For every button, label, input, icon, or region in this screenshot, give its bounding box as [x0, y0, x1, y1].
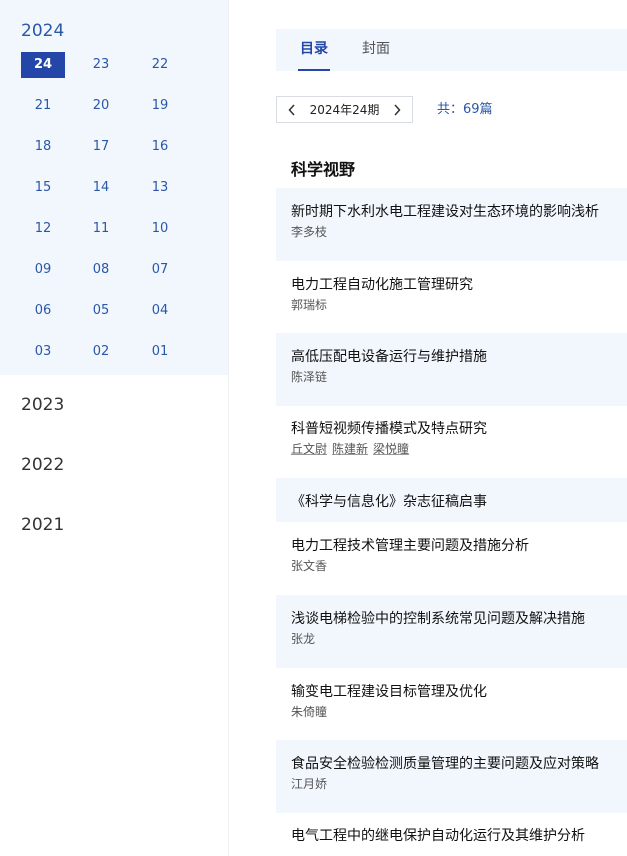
- author-link[interactable]: 李多枝: [291, 223, 327, 241]
- chevron-right-icon[interactable]: [390, 103, 404, 117]
- article-authors: 朱倚瞳: [291, 703, 627, 721]
- section-title: 科学视野: [291, 160, 356, 179]
- author-link[interactable]: 江月娇: [291, 775, 327, 793]
- issue-08[interactable]: 08: [79, 257, 123, 283]
- tab-cover[interactable]: 封面: [362, 29, 390, 71]
- issue-picker-label: 2024年24期: [309, 103, 380, 117]
- article-count: 共：69篇: [437, 102, 493, 117]
- issue-24[interactable]: 24: [21, 52, 65, 78]
- article-item: 电力工程自动化施工管理研究 郭瑞标: [276, 261, 627, 334]
- issue-17[interactable]: 17: [79, 134, 123, 160]
- article-item: 新时期下水利水电工程建设对生态环境的影响浅析 李多枝: [276, 188, 627, 261]
- year-2023[interactable]: 2023: [0, 375, 228, 435]
- issue-05[interactable]: 05: [79, 298, 123, 324]
- issue-01[interactable]: 01: [138, 339, 182, 365]
- article-authors: 江月娇: [291, 775, 627, 793]
- issue-21[interactable]: 21: [21, 93, 65, 119]
- author-link[interactable]: 张龙: [291, 630, 315, 648]
- issue-04[interactable]: 04: [138, 298, 182, 324]
- issue-12[interactable]: 12: [21, 216, 65, 242]
- author-link[interactable]: 陈建新: [332, 440, 368, 458]
- issue-06[interactable]: 06: [21, 298, 65, 324]
- author-link[interactable]: 朱倚瞳: [291, 703, 327, 721]
- other-years-list: 2023 2022 2021: [0, 375, 228, 555]
- article-item: 输变电工程建设目标管理及优化 朱倚瞳: [276, 668, 627, 741]
- issue-11[interactable]: 11: [79, 216, 123, 242]
- year-2022[interactable]: 2022: [0, 435, 228, 495]
- issue-07[interactable]: 07: [138, 257, 182, 283]
- author-link[interactable]: 梁悦瞳: [373, 440, 409, 458]
- article-item: 科普短视频传播模式及特点研究 丘文尉 陈建新 梁悦瞳: [276, 405, 627, 478]
- issue-09[interactable]: 09: [21, 257, 65, 283]
- author-link[interactable]: 丘文尉: [291, 440, 327, 458]
- issue-14[interactable]: 14: [79, 175, 123, 201]
- year-issue-sidebar: 2024 24 23 22 21 20 19 18 17 16 15 14 13 12 11 10 09 08 0…: [0, 0, 229, 856]
- issue-18[interactable]: 18: [21, 134, 65, 160]
- article-authors: 李多枝: [291, 223, 627, 241]
- article-item: 《科学与信息化》杂志征稿启事: [276, 478, 627, 522]
- article-title[interactable]: 电气工程中的继电保护自动化运行及其维护分析: [291, 812, 627, 847]
- article-title[interactable]: 高低压配电设备运行与维护措施: [291, 333, 627, 368]
- tab-bar: 目录 封面: [276, 29, 627, 71]
- article-title[interactable]: 科普短视频传播模式及特点研究: [291, 405, 627, 440]
- year-2024-heading[interactable]: 2024: [0, 20, 228, 42]
- issue-20[interactable]: 20: [79, 93, 123, 119]
- chevron-left-icon[interactable]: [285, 103, 299, 117]
- article-authors: 陈泽链: [291, 368, 627, 386]
- tab-toc[interactable]: 目录: [298, 29, 330, 71]
- article-item: 浅谈电梯检验中的控制系统常见问题及解决措施 张龙: [276, 595, 627, 668]
- issue-22[interactable]: 22: [138, 52, 182, 78]
- article-item: 食品安全检验检测质量管理的主要问题及应对策略 江月娇: [276, 740, 627, 813]
- author-link[interactable]: 郭瑞标: [291, 296, 327, 314]
- article-item: 电力工程技术管理主要问题及措施分析 张文香: [276, 522, 627, 595]
- article-authors: 丘文尉 陈建新 梁悦瞳: [291, 440, 627, 458]
- author-link[interactable]: 陈泽链: [291, 368, 327, 386]
- article-authors: 张文香: [291, 557, 627, 575]
- issue-03[interactable]: 03: [21, 339, 65, 365]
- article-authors: 张龙: [291, 630, 627, 648]
- main-content: 目录 封面 2024年24期 共：69篇 科学视野 新时期下水利水电工程建设对生…: [276, 0, 627, 856]
- article-title[interactable]: 电力工程自动化施工管理研究: [291, 261, 627, 296]
- issue-15[interactable]: 15: [21, 175, 65, 201]
- issue-16[interactable]: 16: [138, 134, 182, 160]
- article-title[interactable]: 《科学与信息化》杂志征稿启事: [291, 478, 627, 513]
- author-link[interactable]: 张文香: [291, 557, 327, 575]
- article-title[interactable]: 输变电工程建设目标管理及优化: [291, 668, 627, 703]
- article-title[interactable]: 电力工程技术管理主要问题及措施分析: [291, 522, 627, 557]
- issue-02[interactable]: 02: [79, 339, 123, 365]
- article-authors: 郭瑞标: [291, 296, 627, 314]
- issue-10[interactable]: 10: [138, 216, 182, 242]
- issue-23[interactable]: 23: [79, 52, 123, 78]
- issue-picker: 2024年24期: [276, 96, 413, 123]
- issue-13[interactable]: 13: [138, 175, 182, 201]
- article-title[interactable]: 食品安全检验检测质量管理的主要问题及应对策略: [291, 740, 627, 775]
- article-title[interactable]: 浅谈电梯检验中的控制系统常见问题及解决措施: [291, 595, 627, 630]
- issue-19[interactable]: 19: [138, 93, 182, 119]
- article-title[interactable]: 新时期下水利水电工程建设对生态环境的影响浅析: [291, 188, 627, 223]
- article-item: 电气工程中的继电保护自动化运行及其维护分析: [276, 812, 627, 856]
- article-item: 高低压配电设备运行与维护措施 陈泽链: [276, 333, 627, 406]
- year-2021[interactable]: 2021: [0, 495, 228, 555]
- year-2024-panel: 2024 24 23 22 21 20 19 18 17 16 15 14 13 12 11 10 09 08 0…: [0, 0, 228, 375]
